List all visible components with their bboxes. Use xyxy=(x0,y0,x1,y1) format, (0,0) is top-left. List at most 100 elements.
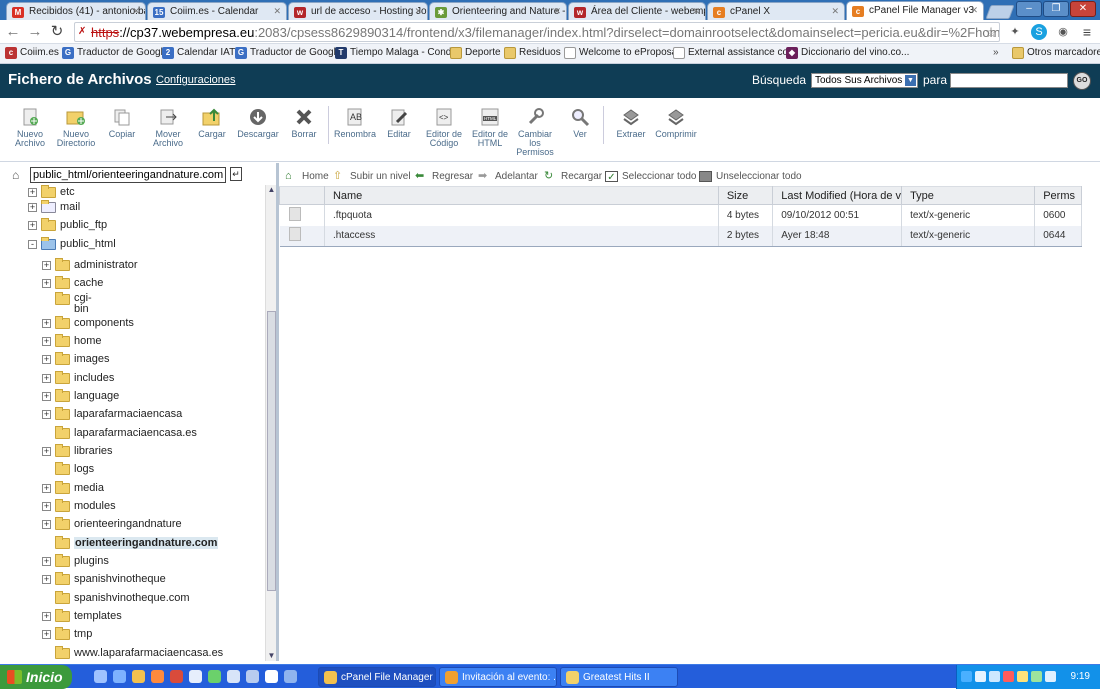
close-icon[interactable]: ✕ xyxy=(414,6,422,17)
upload-button[interactable]: Cargar xyxy=(190,107,234,139)
new-folder-button[interactable]: Nuevo Directorio xyxy=(54,107,98,148)
compress-button[interactable]: Comprimir xyxy=(654,107,698,139)
close-icon[interactable]: ✕ xyxy=(132,6,140,17)
scrollbar-thumb[interactable] xyxy=(267,311,276,591)
tree-scrollbar[interactable]: ▲ ▼ xyxy=(265,185,276,661)
chrome-icon[interactable] xyxy=(132,670,145,683)
move-button[interactable]: Mover Archivo xyxy=(146,107,190,148)
browser-tab[interactable]: 15 Coiim.es - Calendar ✕ xyxy=(147,2,287,20)
chevron-right-icon[interactable]: » xyxy=(993,47,999,58)
expand-icon[interactable]: + xyxy=(42,279,51,288)
expand-icon[interactable]: + xyxy=(42,557,51,566)
firefox-icon[interactable] xyxy=(151,670,164,683)
expand-icon[interactable]: + xyxy=(42,355,51,364)
table-row[interactable]: .ftpquota 4 bytes 09/10/2012 00:51 text/… xyxy=(279,204,1082,226)
edit-button[interactable]: Editar xyxy=(377,107,421,139)
expand-icon[interactable]: + xyxy=(42,520,51,529)
close-icon[interactable]: ✕ xyxy=(831,6,839,17)
bookmark[interactable]: G Traductor de Google xyxy=(235,47,341,59)
quicklaunch-icon[interactable] xyxy=(94,670,107,683)
skype-icon[interactable]: S xyxy=(1031,24,1047,40)
rename-button[interactable]: AB Renombra xyxy=(333,107,377,139)
expand-icon[interactable]: + xyxy=(42,502,51,511)
close-window-icon[interactable]: ✕ xyxy=(1070,1,1096,17)
file-name[interactable]: .htaccess xyxy=(324,225,719,247)
security-icon[interactable] xyxy=(1003,671,1014,682)
search-scope-select[interactable]: Todos Sus Archivos ▼ xyxy=(811,73,918,88)
bookmark-folder[interactable]: Residuos xyxy=(504,47,561,59)
app-icon[interactable] xyxy=(284,670,297,683)
forward-button[interactable]: ➡ Adelantar xyxy=(478,171,538,183)
network-icon[interactable] xyxy=(975,671,986,682)
unselect-all-button[interactable]: Unseleccionar todo xyxy=(699,171,802,182)
home-button[interactable]: ⌂ Home xyxy=(285,171,329,183)
expand-icon[interactable]: + xyxy=(42,410,51,419)
close-icon[interactable]: ✕ xyxy=(692,6,700,17)
app-icon[interactable] xyxy=(227,670,240,683)
bookmark[interactable]: c Coiim.es xyxy=(5,47,59,59)
app-icon[interactable] xyxy=(246,670,259,683)
go-path-icon[interactable]: ↵ xyxy=(230,167,242,181)
expand-icon[interactable]: + xyxy=(42,337,51,346)
forward-arrow-icon[interactable]: → xyxy=(26,23,44,41)
delete-button[interactable]: Borrar xyxy=(282,107,326,139)
app-icon[interactable] xyxy=(265,670,278,683)
expand-icon[interactable]: + xyxy=(28,203,37,212)
copy-button[interactable]: Copiar xyxy=(100,107,144,139)
new-tab-button[interactable] xyxy=(985,5,1015,19)
permissions-button[interactable]: Cambiar los Permisos xyxy=(513,107,557,157)
browser-tab[interactable]: w url de acceso - Hosting Joo ✕ xyxy=(288,2,428,20)
table-row[interactable]: .htaccess 2 bytes Ayer 18:48 text/x-gene… xyxy=(279,225,1082,247)
expand-icon[interactable]: + xyxy=(42,319,51,328)
restore-icon[interactable]: ❐ xyxy=(1043,1,1069,17)
bookmark[interactable]: ◆ Diccionario del vino.co... xyxy=(786,47,909,59)
back-button[interactable]: ⬅ Regresar xyxy=(415,171,473,183)
taskbar-item[interactable]: Invitación al evento: ... xyxy=(439,667,557,687)
minimize-icon[interactable]: – xyxy=(1016,1,1042,17)
expand-icon[interactable]: + xyxy=(42,612,51,621)
taskbar-item[interactable]: cPanel File Manager v... xyxy=(318,667,436,687)
expand-icon[interactable]: + xyxy=(42,630,51,639)
app-icon[interactable] xyxy=(208,670,221,683)
tray-icon[interactable] xyxy=(1017,671,1028,682)
browser-tab[interactable]: w Área del Cliente - webempr ✕ xyxy=(568,2,706,20)
bookmark[interactable]: G Traductor de Google xyxy=(62,47,168,59)
expand-icon[interactable]: + xyxy=(42,392,51,401)
browser-tab-active[interactable]: c cPanel File Manager v3 ✕ xyxy=(846,1,984,20)
menu-icon[interactable]: ≡ xyxy=(1079,24,1095,40)
home-tree-icon[interactable]: ⌂ xyxy=(12,168,19,182)
tray-icon[interactable] xyxy=(989,671,1000,682)
bookmark[interactable]: T Tiempo Malaga - Condi... xyxy=(335,47,462,59)
settings-link[interactable]: Configuraciones xyxy=(156,74,236,86)
expand-icon[interactable]: + xyxy=(42,575,51,584)
bookmark-folder[interactable]: Otros marcadores xyxy=(1012,47,1100,59)
expand-icon[interactable]: + xyxy=(42,447,51,456)
reload-button[interactable]: ↻ Recargar xyxy=(544,171,602,183)
expand-icon[interactable]: + xyxy=(42,374,51,383)
column-header-size[interactable]: Size xyxy=(717,186,774,205)
back-arrow-icon[interactable]: ← xyxy=(4,23,22,41)
reload-icon[interactable]: ↻ xyxy=(48,23,66,41)
file-name[interactable]: .ftpquota xyxy=(324,204,719,226)
ie-icon[interactable] xyxy=(113,670,126,683)
column-header-perms[interactable]: Perms xyxy=(1034,186,1082,205)
close-icon[interactable]: ✕ xyxy=(553,6,561,17)
bookmark[interactable]: 2 Calendar IAT xyxy=(162,47,235,59)
column-header-modified[interactable]: Last Modified (Hora de v xyxy=(772,186,903,205)
start-button[interactable]: Inicio xyxy=(0,665,72,689)
collapse-icon[interactable]: - xyxy=(28,240,37,249)
app-icon[interactable] xyxy=(170,670,183,683)
view-button[interactable]: Ver xyxy=(558,107,602,139)
tray-icon[interactable] xyxy=(961,671,972,682)
app-icon[interactable] xyxy=(189,670,202,683)
expand-icon[interactable]: + xyxy=(42,261,51,270)
bookmark-folder[interactable]: Deporte xyxy=(450,47,501,59)
close-icon[interactable]: ✕ xyxy=(273,6,281,17)
eye-icon[interactable]: ◉ xyxy=(1055,24,1071,40)
download-button[interactable]: Descargar xyxy=(236,107,280,139)
volume-icon[interactable] xyxy=(1045,671,1056,682)
browser-tab[interactable]: c cPanel X ✕ xyxy=(707,2,845,20)
new-file-button[interactable]: Nuevo Archivo xyxy=(8,107,52,148)
star-icon[interactable]: ☆ xyxy=(983,24,999,40)
select-all-button[interactable]: ✓ Seleccionar todo xyxy=(605,171,697,183)
